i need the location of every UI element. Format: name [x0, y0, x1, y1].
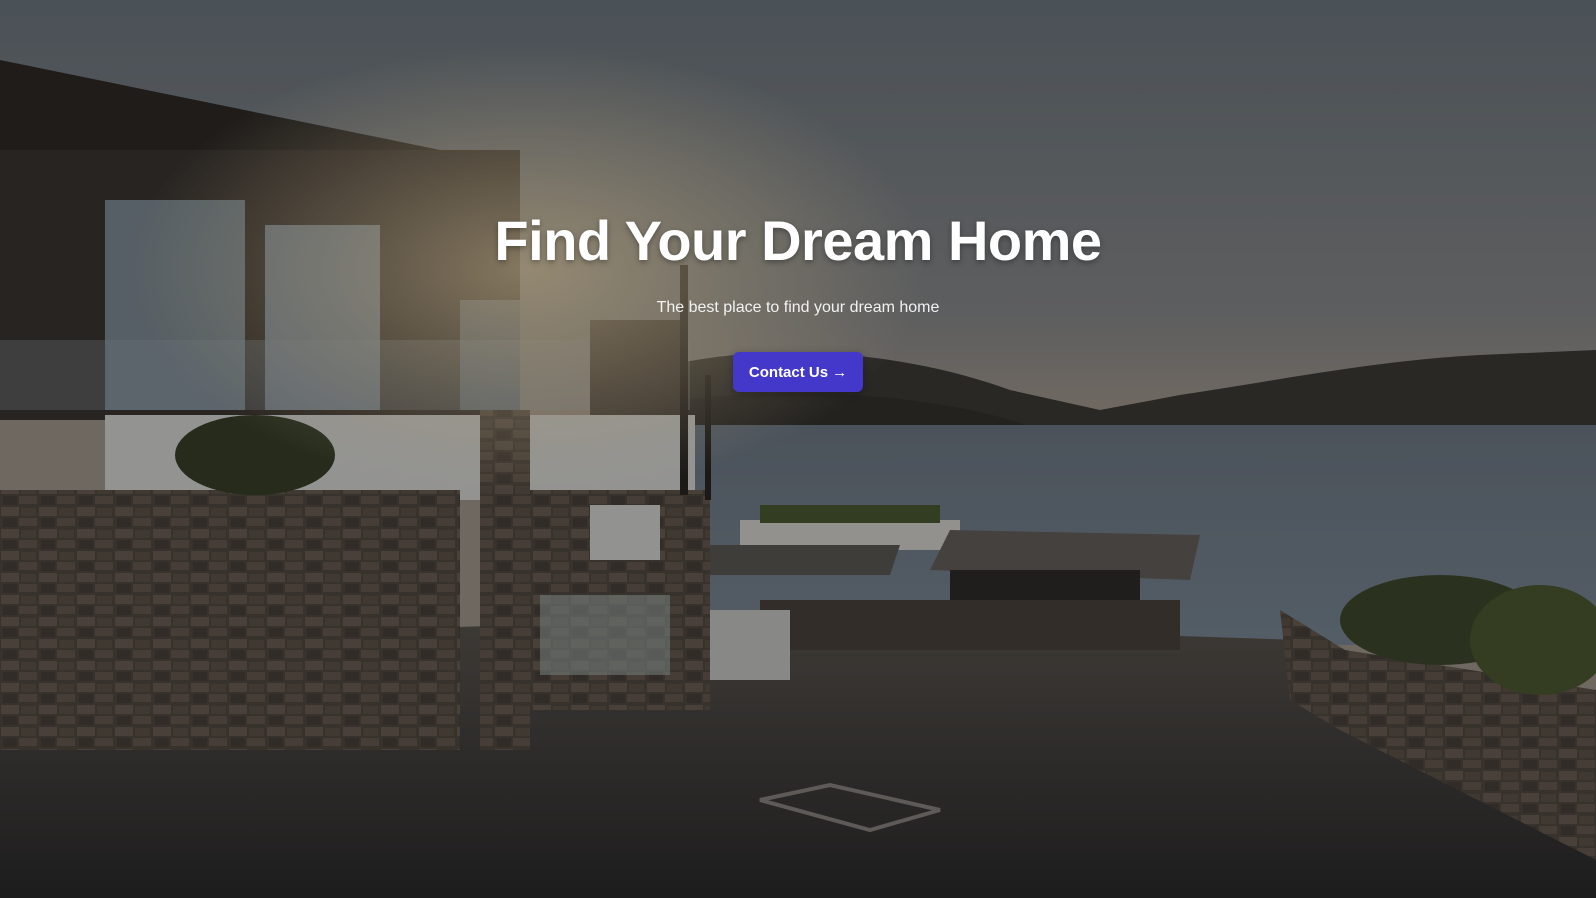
hero-section: Find Your Dream Home The best place to f…: [0, 0, 1596, 898]
contact-us-button[interactable]: Contact Us →: [733, 352, 863, 392]
arrow-right-icon: →: [832, 363, 848, 381]
contact-us-label: Contact Us: [748, 363, 829, 381]
hero-background-image: [0, 0, 1596, 898]
